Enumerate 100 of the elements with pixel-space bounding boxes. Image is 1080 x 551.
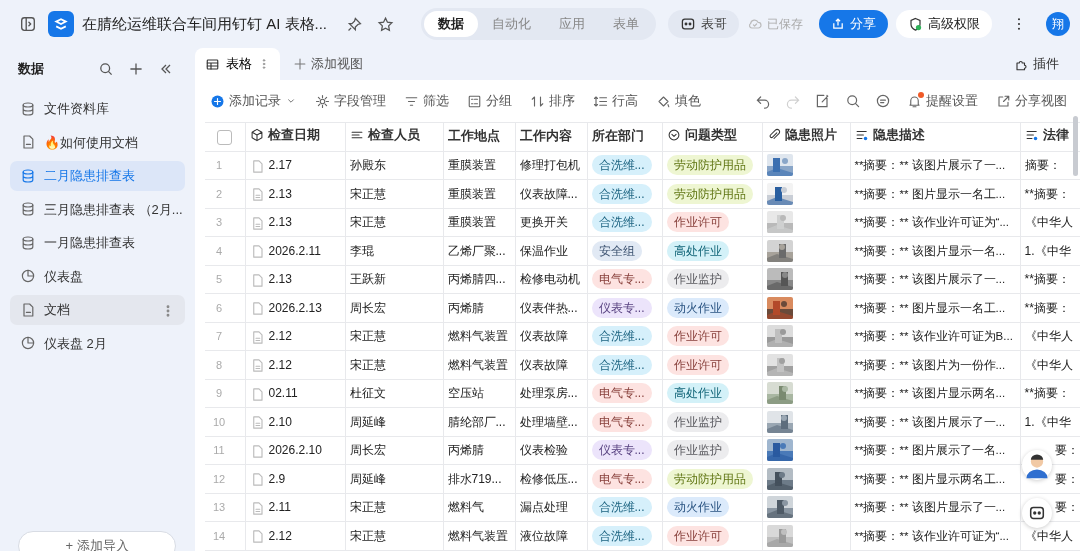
table-cell: 燃料气装置 bbox=[447, 528, 508, 543]
database-icon bbox=[20, 100, 36, 117]
table-cell: 仪表故障 bbox=[519, 329, 568, 344]
table-cell: 检修电动机 bbox=[519, 272, 580, 287]
sidebar-item[interactable]: 仪表盘 bbox=[10, 261, 185, 291]
share-button[interactable]: 分享 bbox=[819, 10, 888, 38]
sidebar-item[interactable]: 🔥如何使用文档 bbox=[10, 127, 185, 157]
bell-icon bbox=[907, 93, 922, 109]
table-cell: 宋正慧 bbox=[349, 215, 386, 230]
table-cell: 漏点处理 bbox=[519, 500, 568, 515]
table-cell-text: 2.12 bbox=[268, 328, 292, 346]
table-cell: 仪表检验 bbox=[519, 443, 568, 458]
mode-tab[interactable]: 数据 bbox=[424, 11, 478, 37]
assistant-avatar[interactable] bbox=[1022, 450, 1052, 480]
toolbar-button[interactable]: 排序 bbox=[525, 89, 580, 113]
sidebar-item[interactable]: 文档 bbox=[10, 295, 185, 325]
table-cell: 宋正慧 bbox=[349, 329, 386, 344]
share-icon bbox=[831, 17, 845, 31]
table-cell-text: 2.17 bbox=[268, 157, 292, 175]
document-icon bbox=[20, 134, 36, 151]
department-tag: 电气专... bbox=[591, 468, 652, 489]
plugin-button[interactable]: 插件 bbox=[1009, 48, 1064, 80]
reminder-button[interactable]: 提醒设置 bbox=[902, 89, 983, 113]
table-cell: **摘要： bbox=[1024, 386, 1070, 401]
table-cell: **摘要：** 该图片展示了一... bbox=[854, 273, 1006, 286]
table-cell: 仪表故障 bbox=[519, 357, 568, 372]
table-cell-text: 2026.2.10 bbox=[268, 442, 322, 460]
shield-icon bbox=[908, 16, 923, 32]
table-cell-text: 2026.2.11 bbox=[268, 242, 321, 260]
select-all-checkbox[interactable] bbox=[217, 129, 233, 145]
user-avatar[interactable]: 翔 bbox=[1046, 12, 1070, 36]
issue-type-tag: 作业许可 bbox=[666, 354, 729, 375]
toolbar-button[interactable]: 行高 bbox=[588, 89, 643, 113]
sidebar-item[interactable]: 文件资料库 bbox=[10, 94, 185, 124]
table-cell: 李琨 bbox=[349, 243, 374, 258]
table-cell: 重膜装置 bbox=[447, 158, 496, 173]
robot-icon[interactable] bbox=[1022, 498, 1052, 528]
toolbar-button[interactable]: 填色 bbox=[651, 89, 706, 113]
app-logo bbox=[48, 11, 74, 37]
share-view-button[interactable]: 分享视图 bbox=[991, 89, 1072, 113]
table-cell: **摘要：** 该作业许可证为“... bbox=[854, 529, 1009, 542]
table-cell: 重膜装置 bbox=[447, 215, 496, 230]
toolbar-button[interactable]: 添加记录 bbox=[205, 89, 302, 113]
cloud-check-icon bbox=[747, 16, 763, 32]
toolbar-button[interactable]: 字段管理 bbox=[310, 89, 391, 113]
row-number: 12 bbox=[211, 471, 227, 487]
ai-lines-icon bbox=[1024, 128, 1039, 143]
scrollbar[interactable] bbox=[1073, 116, 1078, 176]
table-cell: 宋正慧 bbox=[349, 186, 386, 201]
table-cell: **摘要：** 该图片展示了一... bbox=[854, 415, 1006, 428]
dropdown-circle-icon bbox=[666, 128, 681, 143]
issue-type-tag: 作业许可 bbox=[666, 326, 729, 347]
sidebar-item[interactable]: 仪表盘 2月 bbox=[10, 328, 185, 358]
paint-bucket-icon bbox=[656, 93, 671, 109]
add-view-button[interactable]: 添加视图 bbox=[288, 48, 368, 80]
table-cell: 周延峰 bbox=[349, 414, 386, 429]
table-cell: 腈纶部厂... bbox=[447, 414, 506, 429]
table-cell: 液位故障 bbox=[519, 528, 568, 543]
table-cell: 仪表伴热... bbox=[519, 300, 578, 315]
row-number: 7 bbox=[214, 329, 224, 345]
robot-icon bbox=[680, 16, 696, 32]
table-cell-text: 2.11 bbox=[268, 499, 291, 517]
department-tag: 合洗维... bbox=[591, 326, 652, 347]
database-icon bbox=[20, 201, 36, 218]
sidebar-heading: 数据 bbox=[18, 60, 44, 79]
table-cell-text: 2.13 bbox=[268, 214, 292, 232]
table-cell: 燃料气 bbox=[447, 500, 484, 515]
table-cell-text: 02.11 bbox=[268, 385, 298, 403]
table-cell: 处理墙壁... bbox=[519, 414, 578, 429]
table-cell: 王跃新 bbox=[349, 272, 386, 287]
toolbar-button[interactable]: 分组 bbox=[462, 89, 517, 113]
save-status: 已保存 bbox=[767, 16, 803, 33]
department-tag: 仪表专... bbox=[591, 440, 652, 461]
table-cell-text: 2.13 bbox=[268, 271, 292, 289]
table-cell: **摘要：** 图片显示一名工... bbox=[854, 187, 1006, 200]
issue-type-tag: 作业许可 bbox=[666, 525, 729, 546]
table-cell: **摘要： bbox=[1024, 300, 1070, 315]
department-tag: 合洗维... bbox=[591, 183, 652, 204]
database-icon bbox=[20, 234, 36, 251]
permission-button[interactable]: 高级权限 bbox=[896, 10, 992, 38]
issue-type-tag: 作业许可 bbox=[666, 212, 729, 233]
table-cell: 要： bbox=[1054, 443, 1079, 458]
table-cell: 空压站 bbox=[447, 386, 484, 401]
table-cell: 修理打包机 bbox=[519, 158, 580, 173]
toolbar-button[interactable]: 筛选 bbox=[399, 89, 454, 113]
sidebar-item[interactable]: 二月隐患排查表 bbox=[10, 161, 185, 191]
assistant-button[interactable]: 表哥 bbox=[668, 10, 739, 38]
table-cell: 《中华人 bbox=[1024, 528, 1073, 543]
table-cell: **摘要：** 该图片为一份作... bbox=[854, 358, 1006, 371]
table-cell: 要： bbox=[1054, 500, 1079, 515]
table-cell: 宋正慧 bbox=[349, 500, 386, 515]
department-tag: 合洗维... bbox=[591, 497, 652, 518]
view-tab[interactable]: 表格 bbox=[195, 48, 280, 80]
issue-type-tag: 高处作业 bbox=[666, 240, 729, 261]
sidebar-item[interactable]: 一月隐患排查表 bbox=[10, 228, 185, 258]
table-cell: **摘要： bbox=[1024, 272, 1070, 287]
table-cell: 周延峰 bbox=[349, 471, 386, 486]
row-number: 9 bbox=[214, 386, 224, 402]
sidebar-item[interactable]: 三月隐患排查表 （2月... bbox=[10, 194, 185, 224]
table-cell: **摘要：** 该作业许可证为“... bbox=[854, 216, 1009, 229]
